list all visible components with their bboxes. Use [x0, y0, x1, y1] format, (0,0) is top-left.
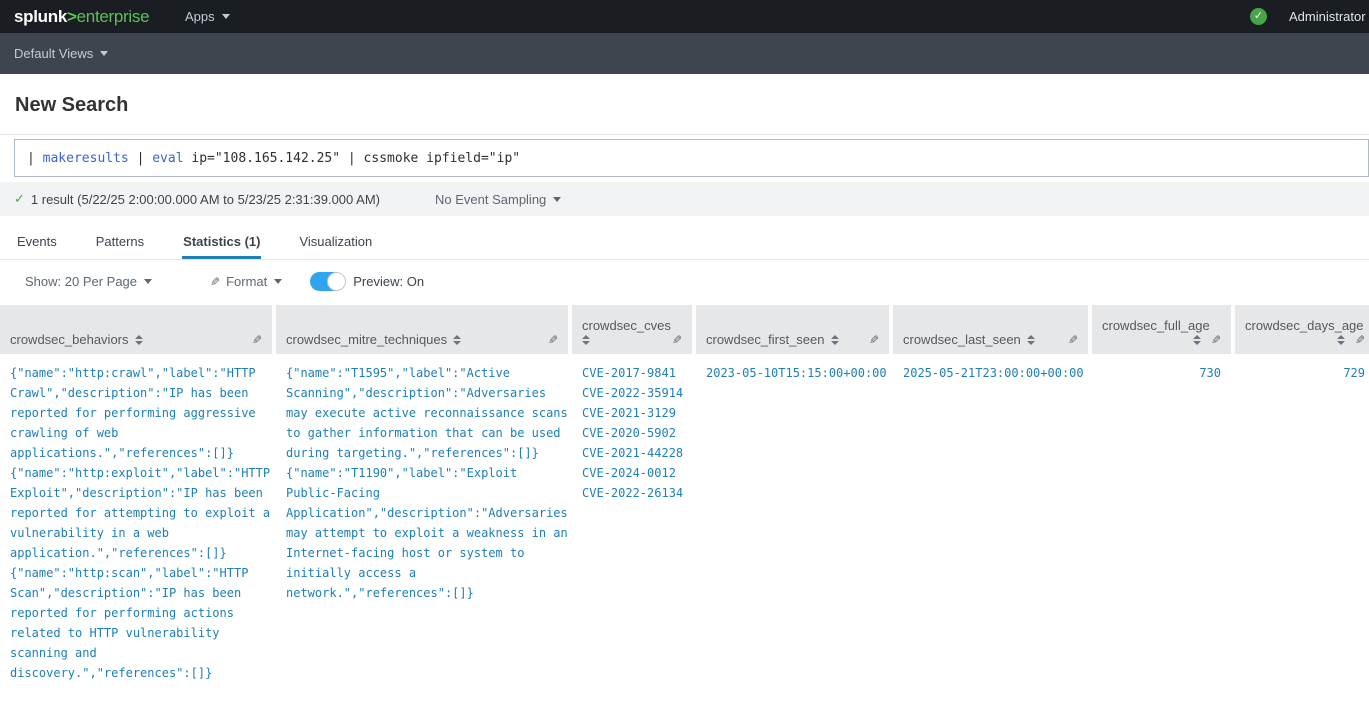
spl-keyword: makeresults	[43, 151, 129, 166]
spl-text: |	[27, 151, 43, 166]
result-success-check-icon: ✓	[14, 191, 25, 207]
tab-events[interactable]: Events	[16, 224, 58, 259]
tab-patterns[interactable]: Patterns	[95, 224, 145, 259]
chevron-down-icon	[100, 51, 108, 56]
chevron-down-icon	[144, 279, 152, 284]
top-nav-bar: splunk>enterprise Apps ✓ Administrator	[0, 0, 1369, 33]
column-header-crowdsec_days_age[interactable]: crowdsec_days_age✎	[1235, 305, 1369, 354]
event-sampling-label: No Event Sampling	[435, 192, 546, 207]
table-cell-crowdsec_cves[interactable]: CVE-2017-9841 CVE-2022-35914 CVE-2021-31…	[572, 354, 692, 683]
table-cell-crowdsec_first_seen[interactable]: 2023-05-10T15:15:00+00:00	[696, 354, 889, 683]
edit-column-icon[interactable]: ✎	[1355, 333, 1365, 347]
column-label: crowdsec_first_seen	[706, 332, 825, 347]
table-controls: Show: 20 Per Page ✎ Format Preview: On	[0, 260, 1369, 303]
logo-splunk-text: splunk	[14, 7, 67, 26]
chevron-down-icon	[222, 14, 230, 19]
edit-column-icon[interactable]: ✎	[869, 333, 879, 347]
page-title: New Search	[15, 94, 1369, 117]
spl-keyword: eval	[152, 151, 183, 166]
table-header-row: crowdsec_behaviors✎crowdsec_mitre_techni…	[0, 305, 1369, 354]
spl-text: ip="108.165.142.25" | cssmoke ipfield="i…	[184, 151, 521, 166]
statistics-table: crowdsec_behaviors✎crowdsec_mitre_techni…	[0, 305, 1369, 683]
column-header-crowdsec_last_seen[interactable]: crowdsec_last_seen ✎	[893, 305, 1088, 354]
sort-icon[interactable]	[135, 335, 143, 345]
column-header-crowdsec_mitre_techniques[interactable]: crowdsec_mitre_techniques ✎	[276, 305, 568, 354]
tab-visualization[interactable]: Visualization	[298, 224, 373, 259]
splunk-logo[interactable]: splunk>enterprise	[14, 7, 149, 27]
preview-toggle[interactable]	[310, 272, 345, 291]
toggle-knob	[327, 272, 346, 291]
preview-state-label: Preview: On	[353, 274, 424, 289]
column-label: crowdsec_behaviors	[10, 332, 129, 347]
edit-column-icon[interactable]: ✎	[1068, 333, 1078, 347]
tab-statistics-1[interactable]: Statistics (1)	[182, 224, 261, 259]
default-views-menu[interactable]: Default Views	[14, 46, 108, 61]
health-check-icon[interactable]: ✓	[1250, 8, 1267, 25]
sort-icon[interactable]	[1193, 335, 1201, 345]
table-cell-crowdsec_last_seen[interactable]: 2025-05-21T23:00:00+00:00	[893, 354, 1088, 683]
result-tabs: Events Patterns Statistics (1) Visualizatio…	[0, 224, 1369, 260]
sort-icon[interactable]	[1027, 335, 1035, 345]
chevron-down-icon	[553, 197, 561, 202]
spl-text: |	[129, 151, 152, 166]
search-bar[interactable]: | makeresults | eval ip="108.165.142.25"…	[14, 139, 1369, 177]
result-summary: 1 result (5/22/25 2:00:00.000 AM to 5/23…	[31, 192, 380, 207]
sort-icon[interactable]	[453, 335, 461, 345]
format-menu[interactable]: ✎ Format	[210, 274, 282, 289]
user-menu[interactable]: Administrator	[1289, 9, 1366, 24]
apps-menu-label: Apps	[185, 9, 215, 24]
per-page-label: Show: 20 Per Page	[25, 274, 137, 289]
app-bar: Default Views	[0, 33, 1369, 74]
column-label: crowdsec_mitre_techniques	[286, 332, 447, 347]
edit-column-icon[interactable]: ✎	[548, 333, 558, 347]
results-info-bar: ✓ 1 result (5/22/25 2:00:00.000 AM to 5/…	[0, 182, 1369, 216]
table-cell-crowdsec_days_age[interactable]: 729	[1235, 354, 1369, 683]
format-label: Format	[226, 274, 267, 289]
logo-enterprise-text: enterprise	[77, 7, 150, 26]
apps-menu[interactable]: Apps	[185, 9, 230, 24]
edit-column-icon[interactable]: ✎	[252, 333, 262, 347]
column-label: crowdsec_days_age	[1245, 318, 1364, 333]
table-row: {"name":"http:crawl","label":"HTTP Crawl…	[0, 354, 1369, 683]
column-header-crowdsec_full_age[interactable]: crowdsec_full_age✎	[1092, 305, 1231, 354]
column-label: crowdsec_full_age	[1102, 318, 1210, 333]
pencil-icon: ✎	[210, 275, 220, 289]
edit-column-icon[interactable]: ✎	[672, 333, 682, 347]
table-cell-crowdsec_mitre_techniques[interactable]: {"name":"T1595","label":"Active Scanning…	[276, 354, 568, 683]
chevron-down-icon	[274, 279, 282, 284]
column-header-crowdsec_behaviors[interactable]: crowdsec_behaviors ✎	[0, 305, 272, 354]
logo-chevron: >	[67, 7, 77, 26]
column-label: crowdsec_cves	[582, 318, 671, 333]
sort-icon[interactable]	[1337, 335, 1345, 345]
column-header-crowdsec_first_seen[interactable]: crowdsec_first_seen ✎	[696, 305, 889, 354]
per-page-menu[interactable]: Show: 20 Per Page	[25, 274, 152, 289]
sort-icon[interactable]	[582, 335, 590, 345]
search-query[interactable]: | makeresults | eval ip="108.165.142.25"…	[15, 151, 520, 166]
sort-icon[interactable]	[831, 335, 839, 345]
table-cell-crowdsec_full_age[interactable]: 730	[1092, 354, 1231, 683]
default-views-label: Default Views	[14, 46, 93, 61]
edit-column-icon[interactable]: ✎	[1211, 333, 1221, 347]
column-header-crowdsec_cves[interactable]: crowdsec_cves✎	[572, 305, 692, 354]
event-sampling-menu[interactable]: No Event Sampling	[435, 192, 561, 207]
table-cell-crowdsec_behaviors[interactable]: {"name":"http:crawl","label":"HTTP Crawl…	[0, 354, 272, 683]
page-header: New Search	[0, 74, 1369, 135]
column-label: crowdsec_last_seen	[903, 332, 1021, 347]
